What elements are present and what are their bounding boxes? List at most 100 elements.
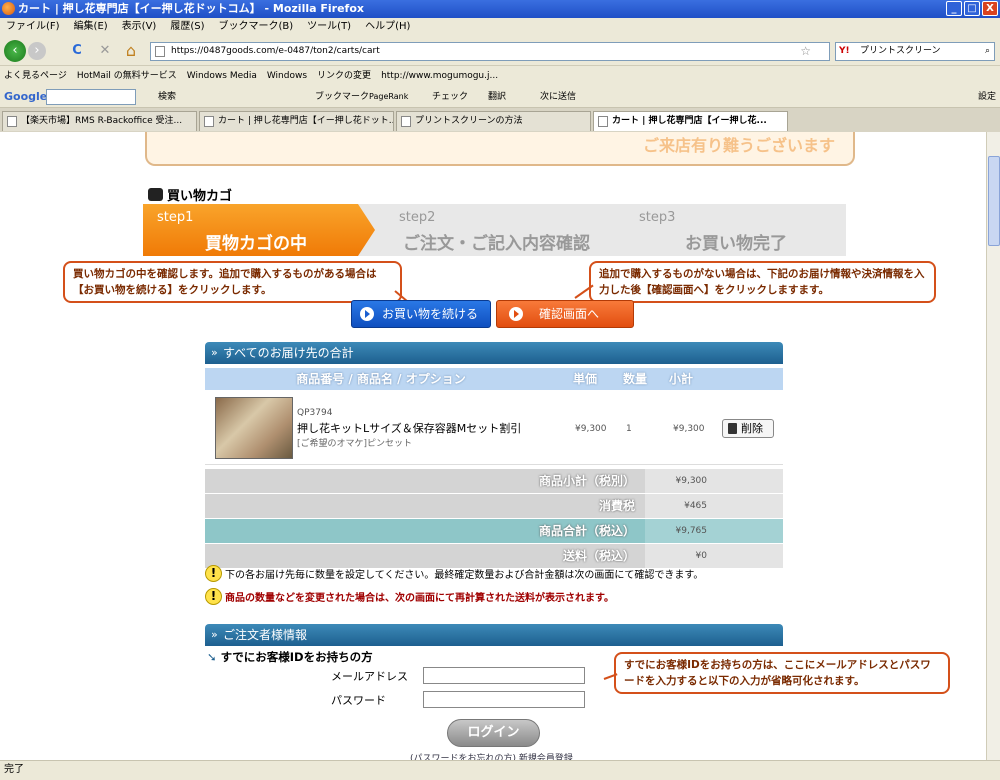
tab-cart-active[interactable]: カート | 押し花専門店【イー押し花... (593, 111, 788, 131)
button-label: 確認画面へ (539, 307, 600, 321)
minimize-button[interactable]: _ (946, 1, 962, 16)
step-label: step1 (157, 210, 194, 225)
page-icon (204, 116, 214, 127)
step-label: step2 (399, 210, 436, 225)
search-engine-icon[interactable]: Y! (839, 43, 850, 60)
product-option: [ご希望のオマケ]ピンセット (297, 439, 413, 449)
summary-row: 消費税 ¥465 (205, 494, 783, 519)
bookmark-item[interactable]: Windows Media (187, 66, 257, 86)
url-text: https://0487goods.com/e-0487/ton2/carts/… (171, 46, 380, 56)
page-icon (598, 116, 608, 127)
reload-icon[interactable]: C (66, 40, 88, 62)
section-orderer-header: ご注文者様情報 (205, 624, 783, 646)
menu-history[interactable]: 履歴(S) (170, 18, 204, 36)
tab-label: カート | 押し花専門店【イー押し花ドット... (218, 116, 394, 126)
home-icon[interactable]: ⌂ (120, 40, 142, 62)
column-header: 単価 (572, 372, 597, 386)
product-name[interactable]: 押し花キットLサイズ＆保存容器Mセット割引 (297, 420, 521, 436)
step-title: お買い物完了 (685, 234, 787, 254)
cart-heading-text: 買い物カゴ (167, 189, 233, 204)
column-header: 小計 (668, 372, 693, 386)
search-input[interactable]: Y! プリントスクリーン ⌕ (835, 42, 995, 61)
menu-file[interactable]: ファイル(F) (6, 18, 60, 36)
maximize-button[interactable]: □ (964, 1, 980, 16)
close-button[interactable]: X (982, 1, 998, 16)
summary-label: 消費税 (598, 499, 635, 513)
tab-printscreen[interactable]: プリントスクリーンの方法 (396, 111, 591, 131)
bookmark-item[interactable]: http://www.mogumogu.j... (381, 66, 498, 86)
checkout-steps: step1 買物カゴの中 step2 ご注文・ご記入内容確認 step3 お買い… (143, 204, 846, 256)
status-text: 完了 (4, 764, 24, 775)
tab-bar: 【楽天市場】RMS R-Backoffice 受注... カート | 押し花専門… (0, 108, 1000, 132)
bookmark-item[interactable]: リンクの変更 (317, 66, 371, 86)
window-title: カート | 押し花専門店【イー押し花ドットコム】 - Mozilla Firef… (18, 2, 364, 15)
scrollbar-thumb[interactable] (988, 156, 1000, 246)
password-label: パスワード (331, 694, 386, 707)
tab-rakuten[interactable]: 【楽天市場】RMS R-Backoffice 受注... (2, 111, 197, 131)
column-header: 数量 (622, 372, 647, 386)
bookmark-item[interactable]: Windows (267, 66, 307, 86)
welcome-banner: ご来店有り難うございます (145, 132, 855, 166)
product-image[interactable] (215, 397, 293, 459)
footer-links[interactable]: (パスワードをお忘れの方) 新規会員登録 (410, 751, 573, 760)
google-search-button[interactable]: 検索 (158, 86, 176, 108)
bookmark-star-icon[interactable]: ☆ (800, 43, 811, 60)
summary-value: ¥465 (645, 494, 715, 518)
search-icon[interactable]: ⌕ (985, 43, 990, 60)
continue-shopping-button[interactable]: お買い物を続ける (351, 300, 491, 328)
step-title: 買物カゴの中 (205, 234, 307, 254)
back-icon[interactable]: ‹ (4, 40, 26, 62)
translate-button[interactable]: 翻訳 (488, 86, 506, 108)
tab-cart[interactable]: カート | 押し花専門店【イー押し花ドット... (199, 111, 394, 131)
warning-icon: ! (205, 565, 222, 582)
send-to-button[interactable]: 次に送信 (540, 86, 576, 108)
note-quantity: ! 下の各お届け先毎に数量を設定してください。最終確定数量および合計金額は次の画… (205, 565, 703, 582)
column-header (705, 368, 783, 390)
stop-icon[interactable]: ✕ (94, 40, 116, 62)
google-toolbar: Google 検索 ブックマーク PageRank チェック 翻訳 次に送信 設… (0, 86, 1000, 108)
button-label: 削除 (741, 422, 763, 435)
warning-icon: ! (205, 588, 222, 605)
menu-bookmarks[interactable]: ブックマーク(B) (219, 18, 294, 36)
firefox-icon (2, 2, 15, 15)
callout-continue: 買い物カゴの中を確認します。追加で購入するものがある場合は【お買い物を続ける】を… (63, 261, 402, 303)
page-content: ご来店有り難うございます 買い物カゴ step1 買物カゴの中 step2 ご注… (0, 132, 986, 760)
menu-edit[interactable]: 編集(E) (74, 18, 108, 36)
summary-label: 商品小計（税別） (538, 474, 635, 488)
arrow-right-icon (509, 307, 523, 321)
summary-row: 商品合計（税込） ¥9,765 (205, 519, 783, 544)
arrow-right-icon (360, 307, 374, 321)
product-quantity: 1 (626, 424, 632, 434)
settings-button[interactable]: 設定 (978, 86, 996, 108)
status-bar: 完了 (0, 760, 1000, 780)
forward-icon[interactable]: › (28, 42, 46, 60)
google-search-input[interactable] (46, 89, 136, 105)
arrow-icon: ➘ (207, 650, 217, 664)
password-field[interactable] (423, 691, 585, 708)
vertical-scrollbar[interactable] (986, 132, 1000, 760)
google-bookmark-button[interactable]: ブックマーク (315, 86, 369, 108)
menu-help[interactable]: ヘルプ(H) (365, 18, 410, 36)
pagerank-indicator: PageRank (369, 92, 409, 101)
column-header: 商品番号 / 商品名 / オプション (296, 372, 466, 386)
spellcheck-button[interactable]: チェック (432, 86, 468, 108)
url-bar[interactable]: https://0487goods.com/e-0487/ton2/carts/… (150, 42, 830, 61)
bookmark-item[interactable]: HotMail の無料サービス (77, 66, 177, 86)
section-total-header: すべてのお届け先の合計 (205, 342, 783, 364)
confirm-button[interactable]: 確認画面へ (496, 300, 634, 328)
navigation-toolbar: ‹ › C ✕ ⌂ https://0487goods.com/e-0487/t… (0, 36, 1000, 66)
page-icon (7, 116, 17, 127)
email-label: メールアドレス (331, 670, 408, 683)
login-button[interactable]: ログイン (447, 719, 540, 747)
email-field[interactable] (423, 667, 585, 684)
menu-view[interactable]: 表示(V) (122, 18, 157, 36)
bookmark-item[interactable]: よく見るページ (4, 66, 67, 86)
tab-label: プリントスクリーンの方法 (415, 116, 523, 126)
menu-tools[interactable]: ツール(T) (307, 18, 351, 36)
step-2: step2 ご注文・ご記入内容確認 (375, 204, 615, 256)
existing-id-heading: ➘ すでにお客様IDをお持ちの方 (207, 649, 373, 665)
page-icon (401, 116, 411, 127)
step-label: step3 (639, 210, 676, 225)
product-subtotal: ¥9,300 (673, 424, 705, 434)
delete-button[interactable]: 削除 (722, 419, 774, 438)
